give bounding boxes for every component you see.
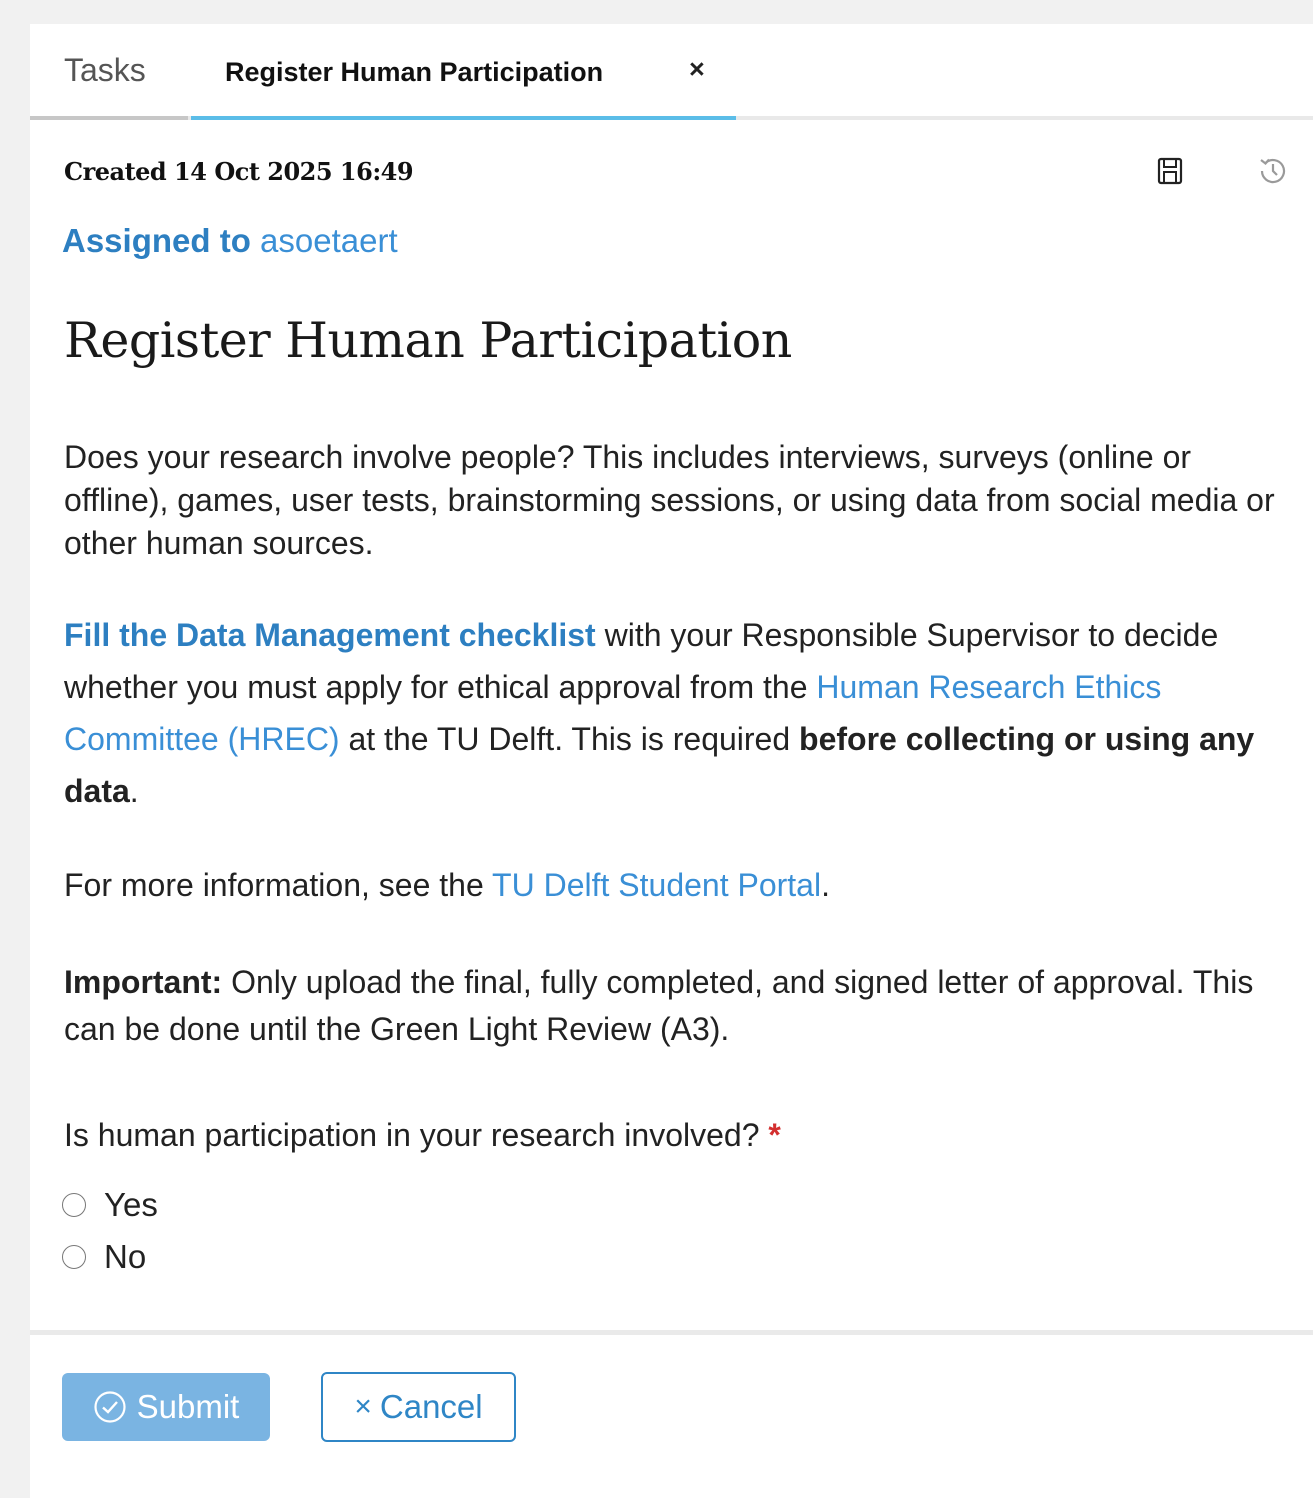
checklist-link[interactable]: Fill the Data Management checklist — [64, 617, 596, 653]
check-circle-icon — [93, 1390, 127, 1424]
radio-no-circle[interactable] — [62, 1245, 86, 1269]
close-tab-icon[interactable]: × — [689, 54, 705, 85]
history-icon — [1260, 158, 1286, 184]
assigned-to: Assigned to asoetaert — [62, 222, 398, 260]
cancel-button[interactable]: × Cancel — [321, 1372, 516, 1442]
task-panel: Tasks Register Human Participation × Cre… — [30, 24, 1313, 1498]
p2-end: . — [129, 773, 139, 809]
page-title: Register Human Participation — [64, 312, 792, 369]
history-button[interactable] — [1256, 154, 1290, 188]
important-text: Only upload the final, fully completed, … — [64, 964, 1254, 1047]
p3-end: . — [821, 867, 830, 903]
important-paragraph: Important: Only upload the final, fully … — [64, 959, 1304, 1053]
tab-tasks[interactable]: Tasks — [30, 24, 188, 120]
save-icon — [1157, 157, 1183, 185]
radio-option-no[interactable]: No — [62, 1238, 146, 1276]
submit-button[interactable]: Submit — [62, 1373, 270, 1441]
required-marker: * — [768, 1117, 781, 1153]
p2-text-2: at the TU Delft. This is required — [339, 721, 800, 757]
student-portal-link[interactable]: TU Delft Student Portal — [492, 867, 821, 903]
save-button[interactable] — [1153, 154, 1187, 188]
tab-tasks-label: Tasks — [64, 52, 146, 88]
p3-text: For more information, see the — [64, 867, 493, 903]
radio-no-label: No — [104, 1238, 147, 1275]
created-timestamp: Created 14 Oct 2025 16:49 — [64, 157, 414, 186]
assigned-user-link[interactable]: asoetaert — [260, 222, 398, 259]
question-text: Is human participation in your research … — [64, 1117, 760, 1153]
footer-divider — [30, 1330, 1313, 1335]
radio-yes-label: Yes — [104, 1186, 158, 1223]
intro-paragraph: Does your research involve people? This … — [64, 439, 1275, 561]
tab-active-label: Register Human Participation — [225, 57, 604, 87]
assigned-prefix: Assigned to — [62, 222, 251, 259]
info-paragraph: For more information, see the TU Delft S… — [64, 864, 1304, 907]
participation-question: Is human participation in your research … — [64, 1117, 781, 1154]
tab-bar: Tasks Register Human Participation × — [30, 24, 1313, 120]
checklist-paragraph: Fill the Data Management checklist with … — [64, 609, 1304, 817]
radio-option-yes[interactable]: Yes — [62, 1186, 158, 1224]
submit-label: Submit — [136, 1388, 240, 1425]
important-label: Important: — [64, 964, 223, 1000]
radio-yes-circle[interactable] — [62, 1193, 86, 1217]
close-icon: × — [354, 1390, 372, 1423]
cancel-label: Cancel — [379, 1388, 483, 1425]
tab-register-human-participation[interactable]: Register Human Participation × — [191, 24, 736, 120]
